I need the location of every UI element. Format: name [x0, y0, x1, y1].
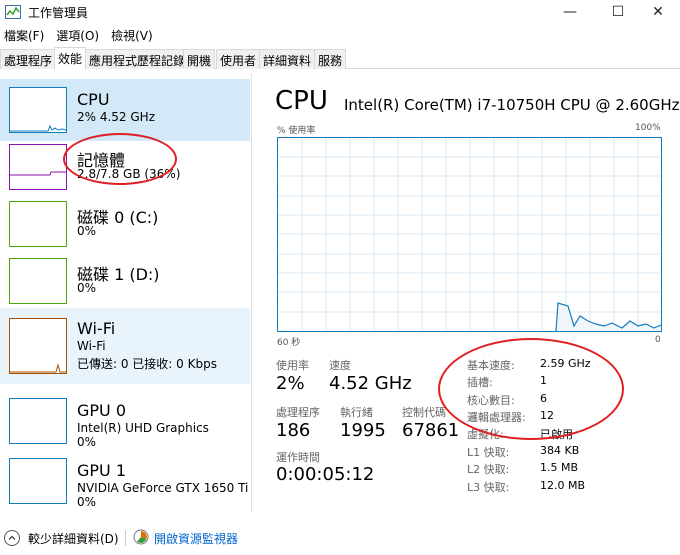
- threads-label: 執行緒: [340, 406, 373, 419]
- sidebar-sub2-gpu1: 0%: [77, 495, 97, 509]
- resource-sidebar: CPU 2% 4.52 GHz 記憶體 2.8/7.8 GB (36%) 磁碟 …: [0, 74, 250, 512]
- cpu-model-name: Intel(R) Core(TM) i7-10750H CPU @ 2.60GH…: [344, 96, 680, 114]
- cores-value: 6: [540, 392, 547, 405]
- sockets-value: 1: [540, 374, 547, 387]
- cpu-usage-graph: [277, 137, 662, 332]
- logical-processors-label: 邏輯處理器:: [467, 411, 526, 424]
- maximize-button[interactable]: ☐: [596, 0, 640, 24]
- page-title: CPU: [275, 86, 328, 116]
- menu-file[interactable]: 檔案(F): [0, 25, 48, 45]
- sidebar-sub-cpu: 2% 4.52 GHz: [77, 110, 156, 124]
- tab-strip: 處理程序 效能 應用程式歷程記錄 開機 使用者 詳細資料 服務: [0, 47, 680, 70]
- handles-label: 控制代碼: [402, 406, 446, 419]
- sidebar-sub1-gpu0: Intel(R) UHD Graphics: [77, 421, 209, 435]
- memory-thumbnail: [9, 144, 67, 190]
- footer-divider: [125, 530, 126, 546]
- memory-mini-graph: [10, 171, 66, 176]
- sidebar-divider: [251, 74, 252, 512]
- base-speed-value: 2.59 GHz: [540, 357, 591, 370]
- sidebar-item-wifi[interactable]: Wi-Fi Wi-Fi 已傳送: 0 已接收: 0 Kbps: [0, 308, 250, 384]
- disk0-thumbnail: [9, 201, 67, 247]
- sockets-label: 插槽:: [467, 376, 493, 389]
- sidebar-sub1-gpu1: NVIDIA GeForce GTX 1650 Ti: [77, 481, 249, 495]
- sidebar-sub-memory: 2.8/7.8 GB (36%): [77, 167, 181, 181]
- graph-time-label: 60 秒: [277, 338, 301, 348]
- cpu-thumbnail: [9, 87, 67, 133]
- footer-bar: 較少詳細資料(D) 開啟資源監視器: [0, 522, 680, 552]
- minimize-button[interactable]: —: [548, 0, 592, 24]
- sidebar-title-wifi: Wi-Fi: [77, 319, 116, 338]
- logical-processors-value: 12: [540, 409, 554, 422]
- l1-cache-value: 384 KB: [540, 444, 580, 457]
- virtualization-label: 虛擬化:: [467, 428, 504, 441]
- sidebar-sub2-gpu0: 0%: [77, 435, 97, 449]
- window-title: 工作管理員: [28, 6, 89, 20]
- fewer-details-link[interactable]: 較少詳細資料(D): [28, 530, 119, 547]
- tab-startup[interactable]: 開機: [183, 49, 216, 69]
- processes-value: 186: [276, 420, 311, 441]
- threads-value: 1995: [340, 420, 386, 441]
- close-button[interactable]: ✕: [636, 0, 680, 24]
- tab-details[interactable]: 詳細資料: [259, 49, 316, 69]
- graph-zero-label: 0: [655, 335, 661, 345]
- sidebar-item-gpu0[interactable]: GPU 0 Intel(R) UHD Graphics 0%: [0, 390, 250, 452]
- l2-cache-value: 1.5 MB: [540, 461, 579, 474]
- l3-cache-value: 12.0 MB: [540, 479, 586, 492]
- sidebar-title-gpu0: GPU 0: [77, 401, 127, 420]
- l1-cache-label: L1 快取:: [467, 446, 510, 459]
- base-speed-label: 基本速度:: [467, 359, 515, 372]
- speed-label: 速度: [329, 359, 351, 372]
- speed-value: 4.52 GHz: [329, 373, 412, 394]
- task-manager-icon: [5, 5, 21, 19]
- processes-label: 處理程序: [276, 406, 320, 419]
- sidebar-item-memory[interactable]: 記憶體 2.8/7.8 GB (36%): [0, 136, 250, 198]
- uptime-label: 運作時間: [276, 451, 320, 464]
- sidebar-item-disk1[interactable]: 磁碟 1 (D:) 0%: [0, 250, 250, 312]
- usage-label: 使用率: [276, 359, 309, 372]
- sidebar-item-disk0[interactable]: 磁碟 0 (C:) 0%: [0, 193, 250, 255]
- utilization-max: 100%: [635, 123, 661, 133]
- sidebar-sub2-wifi: 已傳送: 0 已接收: 0 Kbps: [77, 357, 217, 371]
- menu-bar: 檔案(F) 選項(O) 檢視(V): [0, 25, 161, 45]
- cores-label: 核心數目:: [467, 394, 515, 407]
- tab-performance[interactable]: 效能: [54, 47, 87, 70]
- utilization-label: % 使用率: [277, 126, 316, 136]
- handles-value: 67861: [402, 420, 460, 441]
- cpu-info-annotation-circle: [438, 338, 624, 440]
- sidebar-sub-disk0: 0%: [77, 224, 97, 238]
- menu-view[interactable]: 檢視(V): [107, 25, 157, 45]
- wifi-thumbnail: [9, 318, 67, 374]
- disk1-thumbnail: [9, 258, 67, 304]
- l3-cache-label: L3 快取:: [467, 481, 510, 494]
- gpu0-thumbnail: [9, 398, 67, 444]
- cpu-graph-canvas: [278, 138, 661, 331]
- sidebar-title-gpu1: GPU 1: [77, 461, 127, 480]
- sidebar-item-cpu[interactable]: CPU 2% 4.52 GHz: [0, 79, 250, 141]
- sidebar-item-gpu1[interactable]: GPU 1 NVIDIA GeForce GTX 1650 Ti 0%: [0, 450, 250, 512]
- virtualization-value: 已啟用: [540, 428, 573, 441]
- l2-cache-label: L2 快取:: [467, 463, 510, 476]
- usage-value: 2%: [276, 373, 305, 394]
- sidebar-title-cpu: CPU: [77, 90, 110, 109]
- tab-processes[interactable]: 處理程序: [0, 49, 57, 69]
- sidebar-sub-disk1: 0%: [77, 281, 97, 295]
- menu-options[interactable]: 選項(O): [52, 25, 103, 45]
- tab-app-history[interactable]: 應用程式歷程記錄: [85, 49, 190, 69]
- tab-services[interactable]: 服務: [314, 49, 347, 69]
- uptime-value: 0:00:05:12: [276, 464, 375, 485]
- gpu1-thumbnail: [9, 458, 67, 504]
- tab-users[interactable]: 使用者: [216, 49, 261, 69]
- wifi-mini-graph: [10, 363, 66, 373]
- sidebar-sub1-wifi: Wi-Fi: [77, 339, 106, 353]
- chevron-up-icon[interactable]: [4, 530, 20, 546]
- resource-monitor-icon: [133, 529, 149, 545]
- cpu-mini-graph: [10, 124, 66, 132]
- title-bar: 工作管理員 — ☐ ✕: [0, 0, 680, 24]
- open-resource-monitor-link[interactable]: 開啟資源監視器: [154, 530, 238, 547]
